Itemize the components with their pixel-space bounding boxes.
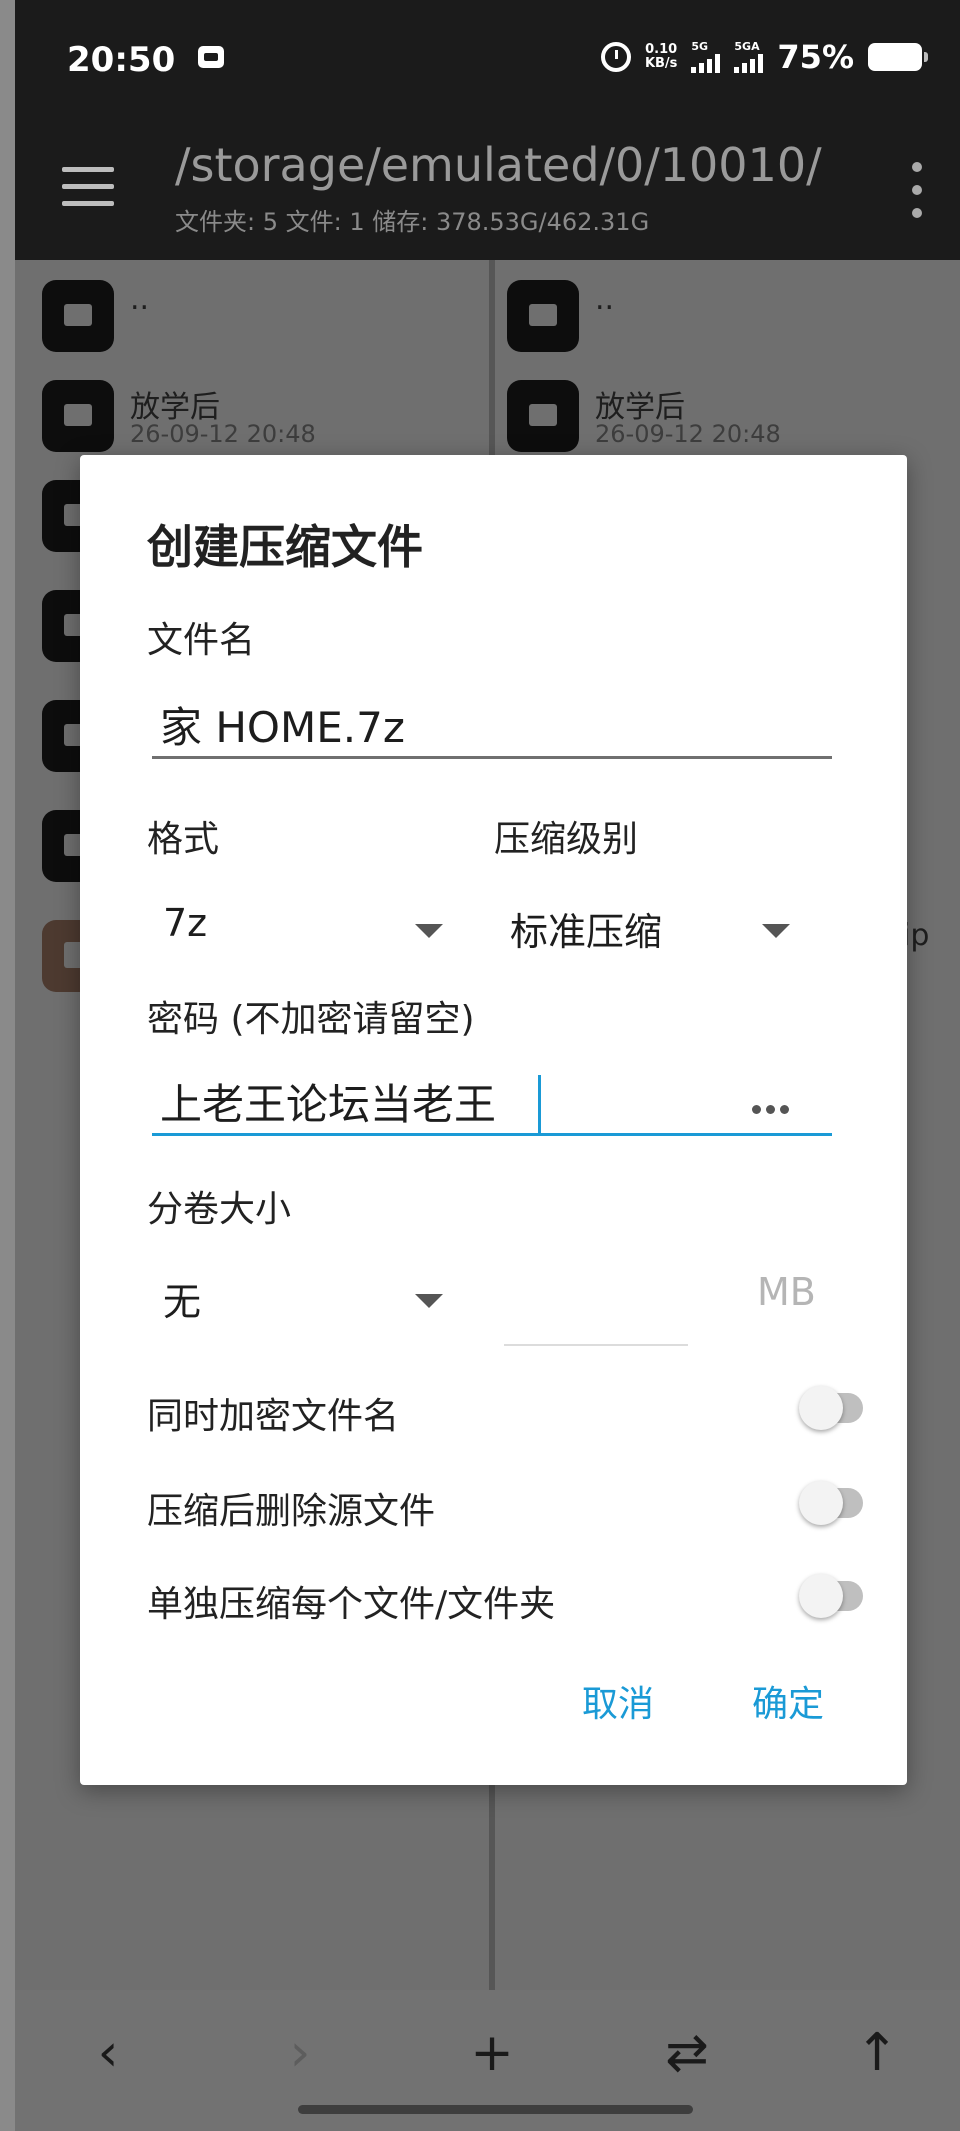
up-icon[interactable]: ↑ bbox=[842, 2018, 912, 2088]
alarm-icon bbox=[600, 42, 631, 72]
file-row[interactable]: 放学后 26-09-12 20:48 bbox=[495, 370, 953, 460]
sim1-label: 5G bbox=[691, 40, 709, 53]
back-icon[interactable]: ‹ bbox=[73, 2018, 143, 2088]
delete-source-toggle[interactable] bbox=[799, 1481, 863, 1525]
compress-separately-row: 单独压缩每个文件/文件夹 bbox=[147, 1563, 863, 1633]
network-speed-value: 0.10 bbox=[645, 42, 678, 57]
dropdown-arrow-icon bbox=[415, 1294, 443, 1308]
sim1-signal: 5G bbox=[691, 40, 721, 73]
toggle-knob bbox=[799, 1481, 843, 1525]
encrypt-filenames-toggle[interactable] bbox=[799, 1386, 863, 1430]
filename-label: 文件名 bbox=[147, 620, 256, 661]
menu-icon[interactable] bbox=[62, 167, 114, 207]
bottom-nav: ‹ › + ⇄ ↑ bbox=[15, 1990, 960, 2131]
password-label: 密码 (不加密请留空) bbox=[147, 999, 475, 1040]
status-time: 20:50 bbox=[67, 40, 176, 80]
split-size-input[interactable] bbox=[504, 1270, 688, 1346]
split-size-value: 无 bbox=[163, 1280, 202, 1324]
cancel-button[interactable]: 取消 bbox=[582, 1675, 654, 1727]
file-date: 26-09-12 20:48 bbox=[595, 420, 781, 448]
toggle-knob bbox=[799, 1386, 843, 1430]
status-icons: 0.10 KB/s 5G 5GA 75% bbox=[600, 38, 928, 76]
file-row-parent[interactable]: .. bbox=[495, 270, 953, 360]
format-value: 7z bbox=[163, 901, 208, 945]
delete-source-label: 压缩后删除源文件 bbox=[147, 1491, 436, 1532]
compress-separately-toggle[interactable] bbox=[799, 1574, 863, 1618]
file-row[interactable]: 放学后 26-09-12 20:48 bbox=[28, 370, 488, 460]
password-input[interactable] bbox=[152, 1070, 832, 1136]
filename-input[interactable] bbox=[152, 693, 832, 759]
compress-separately-label: 单独压缩每个文件/文件夹 bbox=[147, 1584, 556, 1625]
file-name: .. bbox=[130, 282, 150, 317]
dialog-title: 创建压缩文件 bbox=[147, 520, 423, 574]
file-date: 26-09-12 20:48 bbox=[130, 420, 316, 448]
text-cursor bbox=[538, 1075, 541, 1133]
status-bar: 20:50 0.10 KB/s 5G 5GA 75% bbox=[15, 0, 960, 120]
battery-percent: 75% bbox=[777, 38, 854, 76]
folder-icon bbox=[507, 280, 579, 352]
current-path: /storage/emulated/0/10010/ bbox=[175, 138, 822, 192]
left-edge bbox=[0, 0, 15, 2131]
forward-icon[interactable]: › bbox=[265, 2018, 335, 2088]
ok-button[interactable]: 确定 bbox=[752, 1675, 824, 1727]
split-size-label: 分卷大小 bbox=[147, 1189, 292, 1230]
home-indicator[interactable] bbox=[298, 2105, 693, 2114]
add-icon[interactable]: + bbox=[457, 2018, 527, 2088]
create-archive-dialog: 创建压缩文件 文件名 格式 压缩级别 7z 标准压缩 密码 (不加密请留空) 分… bbox=[80, 455, 907, 1785]
notification-icon bbox=[198, 46, 224, 68]
file-name: .. bbox=[595, 282, 615, 317]
file-row-parent[interactable]: .. bbox=[28, 270, 488, 360]
format-dropdown[interactable]: 7z bbox=[147, 893, 447, 963]
app-toolbar: /storage/emulated/0/10010/ 文件夹: 5 文件: 1 … bbox=[15, 120, 960, 260]
format-label: 格式 bbox=[147, 819, 220, 860]
network-speed-unit: KB/s bbox=[644, 56, 678, 71]
toggle-knob bbox=[799, 1574, 843, 1618]
compression-level-label: 压缩级别 bbox=[494, 819, 639, 860]
encrypt-filenames-row: 同时加密文件名 bbox=[147, 1375, 863, 1445]
sim2-signal: 5GA bbox=[734, 40, 764, 73]
storage-info: 文件夹: 5 文件: 1 储存: 378.53G/462.31G bbox=[175, 208, 650, 236]
more-options-icon[interactable] bbox=[910, 162, 924, 218]
network-speed: 0.10 KB/s bbox=[645, 43, 677, 71]
folder-icon bbox=[42, 380, 114, 452]
compression-level-value: 标准压缩 bbox=[510, 910, 663, 954]
split-size-unit: MB bbox=[757, 1270, 816, 1314]
folder-icon bbox=[42, 280, 114, 352]
split-size-dropdown[interactable]: 无 bbox=[147, 1263, 447, 1333]
password-visibility-icon[interactable] bbox=[752, 1105, 789, 1114]
dropdown-arrow-icon bbox=[762, 924, 790, 938]
delete-source-row: 压缩后删除源文件 bbox=[147, 1470, 863, 1540]
phone-screen: 20:50 0.10 KB/s 5G 5GA 75% /storage/emul… bbox=[0, 0, 960, 2131]
signal-bars-icon bbox=[734, 53, 764, 73]
battery-icon bbox=[868, 43, 928, 71]
swap-icon[interactable]: ⇄ bbox=[652, 2018, 722, 2088]
folder-icon bbox=[507, 380, 579, 452]
sim2-label: 5GA bbox=[734, 40, 760, 53]
compression-level-dropdown[interactable]: 标准压缩 bbox=[494, 893, 794, 963]
encrypt-filenames-label: 同时加密文件名 bbox=[147, 1396, 400, 1437]
dropdown-arrow-icon bbox=[415, 924, 443, 938]
signal-bars-icon bbox=[691, 53, 721, 73]
